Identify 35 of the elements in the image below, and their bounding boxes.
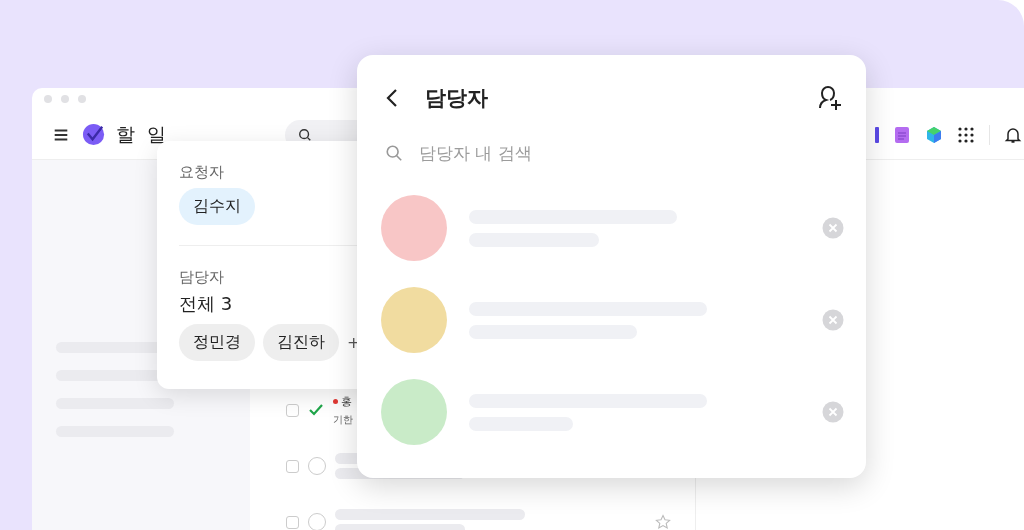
close-icon	[822, 309, 844, 331]
remove-button[interactable]	[822, 309, 844, 331]
search-field[interactable]: 담당자 내 검색	[417, 142, 717, 164]
search-icon	[298, 127, 313, 142]
app-grid-icon[interactable]	[957, 125, 975, 144]
checkbox[interactable]	[286, 515, 299, 529]
task-title: 홍	[341, 393, 352, 409]
cube-icon[interactable]	[925, 125, 943, 144]
person-chip[interactable]: 김수지	[179, 188, 255, 225]
task-due-label: 기한	[333, 412, 354, 427]
search-icon	[385, 144, 403, 162]
app-icon[interactable]	[875, 126, 879, 143]
add-person-icon	[816, 84, 844, 112]
section-label: 담당자	[179, 268, 225, 287]
window-control-dot[interactable]	[78, 95, 86, 103]
person-chip[interactable]: 김진하	[263, 324, 339, 361]
panel-title: 담당자	[425, 85, 488, 112]
notepad-icon[interactable]	[893, 125, 911, 144]
remove-button[interactable]	[822, 217, 844, 239]
check-logo-icon	[82, 122, 107, 147]
close-icon	[822, 217, 844, 239]
window-control-dot[interactable]	[44, 95, 52, 103]
app-title: 할 일	[116, 121, 170, 147]
assignee-count: 전체 3	[179, 292, 234, 316]
bell-icon[interactable]	[1004, 125, 1022, 144]
star-icon[interactable]	[655, 514, 671, 530]
add-person-button[interactable]	[816, 84, 844, 112]
close-icon	[822, 401, 844, 423]
checkbox[interactable]	[286, 403, 299, 417]
section-label: 요청자	[179, 163, 225, 182]
checkmark-icon[interactable]	[308, 402, 324, 418]
person-chip[interactable]: 정민경	[179, 324, 255, 361]
window-control-dot[interactable]	[61, 95, 69, 103]
remove-button[interactable]	[822, 401, 844, 423]
checkbox[interactable]	[286, 459, 299, 473]
